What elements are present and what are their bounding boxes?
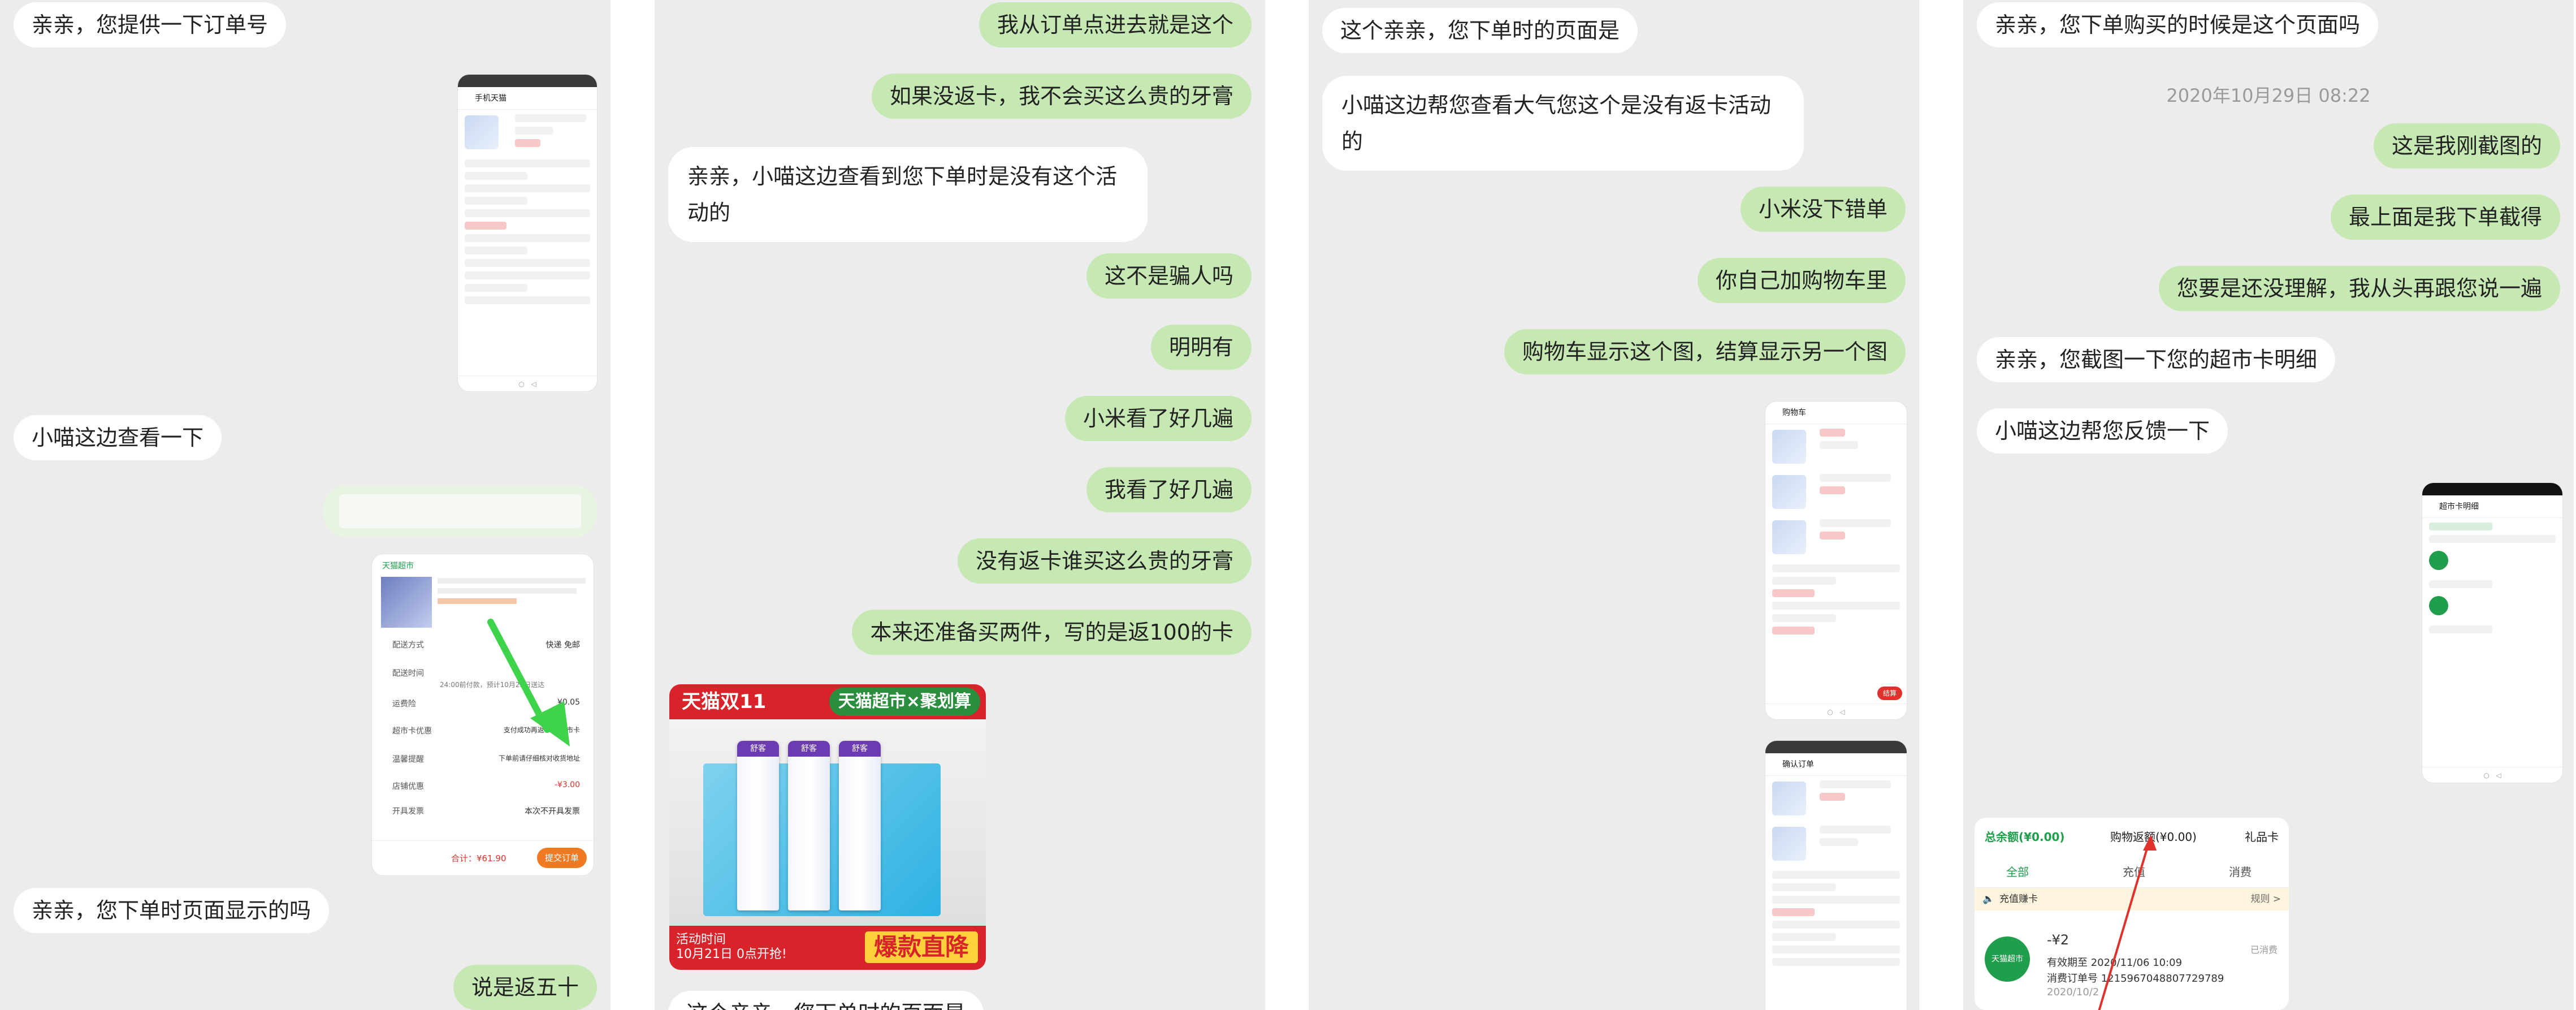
store-name: 天猫超市 [382, 562, 414, 571]
message-incoming: 小喵这边帮您反馈一下 [1977, 408, 2228, 454]
message-outgoing: 你自己加购物车里 [1697, 258, 1906, 303]
screenshot-header: 超市卡明细 [2422, 495, 2562, 518]
message-outgoing: 明明有 [1150, 325, 1252, 370]
message-incoming: 亲亲，小喵这边查看到您下单时是没有这个活动的 [668, 147, 1148, 242]
balance-subtabs: 全部 充值 消费 [1975, 854, 2289, 888]
tab-total-balance[interactable]: 总余额(¥0.00) [1985, 828, 2065, 844]
image-attachment[interactable]: 天猫超市 配送方式 快递 免邮 配送时间 24:00前付款，预计10月25日送达 … [372, 554, 594, 875]
order-row-detail: 24:00前付款，预计10月25日送达 [440, 681, 545, 689]
recharge-card-banner: 🔈 充值赚卡 规则 > [1975, 888, 2289, 910]
chat-panel-4: 亲亲，您下单购买的时候是这个页面吗 2020年10月29日 08:22 这是我刚… [1963, 0, 2574, 1010]
message-outgoing: 说是返五十 [453, 965, 597, 1010]
screenshot-header: 确认订单 [1765, 753, 1907, 776]
checkout-button[interactable]: 结算 [1877, 687, 1902, 700]
message-incoming: 这个亲亲，您下单时的页面是 [668, 991, 984, 1010]
toothpaste-tube: 舒客 [737, 741, 779, 910]
rules-link[interactable]: 规则 > [2250, 888, 2281, 910]
tab-shopping-rebate[interactable]: 购物返额(¥0.00) [2110, 828, 2197, 844]
balance-screenshot-attachment[interactable]: 总余额(¥0.00) 购物返额(¥0.00) 礼品卡 全部 充值 消费 🔈 充值… [1975, 818, 2289, 1010]
record-amount: -¥2 [2047, 932, 2070, 948]
tmall-supermarket-logo: 天猫超市 [1985, 936, 2030, 982]
product-thumbnail [381, 577, 432, 628]
checkout-bar: 合计：¥61.90 提交订单 [372, 840, 594, 875]
order-row: 店铺优惠 -¥3.00 [392, 780, 580, 791]
balance-tabs: 总余额(¥0.00) 购物返额(¥0.00) 礼品卡 [1975, 818, 2289, 854]
message-incoming: 亲亲，您提供一下订单号 [14, 2, 287, 48]
record-date: 2020/10/2 [2047, 986, 2099, 998]
message-outgoing-redacted [323, 485, 597, 537]
order-row: 开具发票 本次不开具发票 [392, 807, 580, 816]
record-status: 已消费 [2250, 944, 2278, 955]
submit-order-button[interactable]: 提交订单 [536, 848, 587, 868]
promo-badge: 天猫超市×聚划算 [829, 688, 980, 716]
order-total: 合计：¥61.90 [451, 853, 506, 864]
order-row: 温馨提醒 下单前请仔细核对收货地址 [392, 754, 580, 764]
confirm-order-screenshot-attachment[interactable]: 确认订单 [1765, 741, 1907, 1010]
subtab-all[interactable]: 全部 [2006, 863, 2029, 879]
subtab-recharge[interactable]: 充值 [2123, 863, 2145, 879]
order-row: 超市卡优惠 支付成功再返50元超市卡 [392, 726, 580, 736]
screenshot-header: 购物车 [1765, 402, 1907, 424]
message-outgoing: 小米看了好几遍 [1064, 396, 1252, 441]
screenshot-header: 手机天猫 [458, 87, 597, 110]
message-incoming: 这个亲亲，您下单时的页面是 [1322, 8, 1638, 53]
chat-panel-1: 亲亲，您提供一下订单号 手机天猫 ○ ◁ 小喵这边查看一下 天猫超市 配送方式快… [0, 0, 611, 1010]
promo-time: 活动时间 10月21日 0点开抢! [676, 933, 787, 961]
message-incoming: 亲亲，您截图一下您的超市卡明细 [1977, 337, 2336, 382]
promo-banner: 天猫双11 天猫超市×聚划算 [669, 684, 986, 719]
message-outgoing: 我看了好几遍 [1086, 467, 1252, 512]
toothpaste-tube: 舒客 [788, 741, 830, 910]
toothpaste-tube: 舒客 [839, 741, 881, 910]
promo-sale-label: 爆款直降 [864, 931, 978, 963]
chat-panel-3: 这个亲亲，您下单时的页面是 小喵这边帮您查看大气您这个是没有返卡活动的 小米没下… [1309, 0, 1919, 1010]
message-incoming: 小喵这边查看一下 [14, 415, 222, 460]
product-thumbnail [465, 115, 499, 149]
message-outgoing: 没有返卡谁买这么贵的牙膏 [957, 538, 1252, 584]
message-outgoing: 小米没下错单 [1740, 187, 1906, 232]
order-row: 配送方式 快递 免邮 [392, 641, 580, 650]
message-incoming: 亲亲，您下单购买的时候是这个页面吗 [1977, 2, 2379, 48]
card-detail-screenshot-attachment[interactable]: 超市卡明细 ○ ◁ [2422, 483, 2562, 783]
message-outgoing: 本来还准备买两件，写的是返100的卡 [852, 610, 1252, 655]
message-outgoing: 如果没返卡，我不会买这么贵的牙膏 [871, 74, 1252, 119]
record-order: 消费订单号 12159670488077297​89 [2047, 973, 2224, 985]
android-nav-bar: ○ ◁ [458, 375, 597, 391]
speaker-icon: 🔈 [1982, 894, 1995, 905]
timestamp: 2020年10月29日 08:22 [2166, 85, 2371, 106]
message-outgoing: 这是我刚截图的 [2373, 123, 2560, 169]
message-outgoing: 我从订单点进去就是这个 [979, 2, 1252, 48]
tab-gift-card[interactable]: 礼品卡 [2245, 828, 2279, 844]
message-outgoing: 购物车显示这个图，结算显示另一个图 [1504, 329, 1906, 374]
chat-panel-2: 我从订单点进去就是这个 如果没返卡，我不会买这么贵的牙膏 亲亲，小喵这边查看到您… [655, 0, 1265, 1010]
status-bar [458, 75, 597, 87]
message-incoming: 小喵这边帮您查看大气您这个是没有返卡活动的 [1322, 76, 1804, 171]
promo-image-attachment[interactable]: 天猫双11 天猫超市×聚划算 舒客 舒客 舒客 活动时间 10月21日 0点开抢!… [669, 684, 986, 970]
message-incoming: 亲亲，您下单时页面显示的吗 [14, 888, 330, 933]
record-valid: 有效期至 2020/11/06 10:09 [2047, 957, 2183, 969]
order-row: 运费险 ¥0.05 [392, 698, 580, 709]
image-attachment[interactable]: 手机天猫 ○ ◁ [458, 75, 597, 391]
message-outgoing: 您要是还没理解，我从头再跟您说一遍 [2158, 266, 2560, 311]
balance-record[interactable]: 天猫超市 -¥2 有效期至 2020/11/06 10:09 消费订单号 121… [1975, 925, 2289, 1004]
order-row: 配送时间 [392, 669, 424, 678]
message-outgoing: 最上面是我下单截得 [2330, 195, 2560, 240]
subtab-consume[interactable]: 消费 [2229, 863, 2252, 879]
cart-screenshot-attachment[interactable]: 购物车 结算 ○ ◁ [1765, 402, 1907, 719]
message-outgoing: 这不是骗人吗 [1086, 253, 1252, 299]
